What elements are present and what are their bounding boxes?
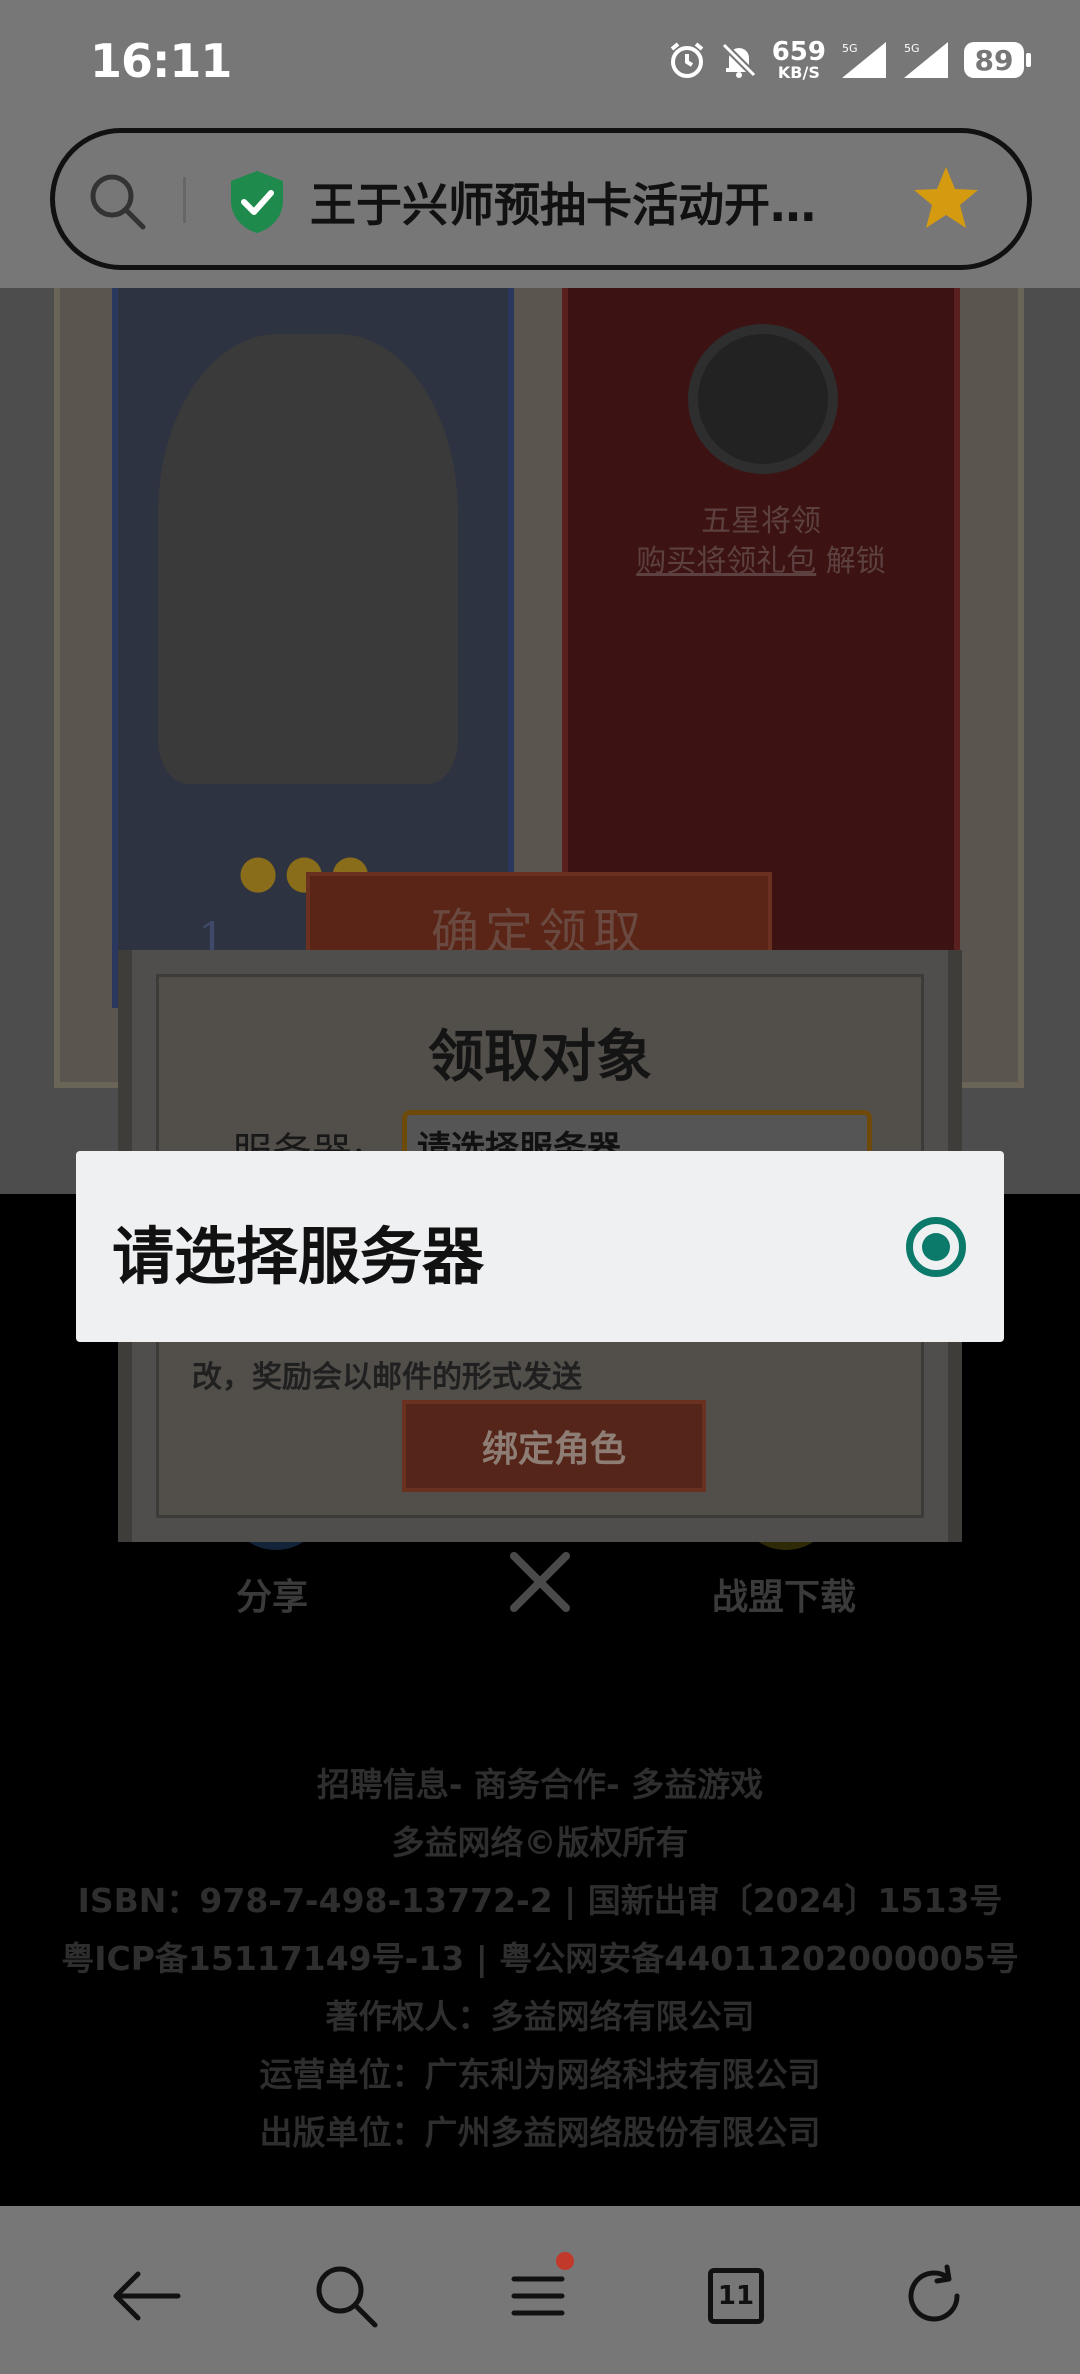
status-bar: 16:11 659 KB/S 5G 5G 89 [0,0,1080,120]
signal-icon: 5G [842,42,886,78]
net-speed: 659 KB/S [771,37,826,82]
share-label[interactable]: 分享 [236,1568,308,1620]
hero-portrait [158,334,458,784]
back-button[interactable] [106,2256,186,2336]
footer-copyright: 多益网络©版权所有 [391,1823,689,1862]
alarm-icon [670,42,703,78]
shield-check-icon [231,171,283,233]
star-icon[interactable] [911,163,981,233]
browser-toolbar: 王于兴师预抽卡活动开… [0,120,1080,288]
signal-icon-2: 5G [904,42,948,78]
address-divider [183,177,186,223]
server-select-popup: 请选择服务器 [76,1151,1004,1342]
locked-card-hint: 购买将领礼包 解锁 [568,536,954,580]
unlock-text: 解锁 [825,544,886,579]
refresh-button[interactable] [894,2256,974,2336]
status-time: 16:11 [90,34,232,88]
locked-card-title: 五星将领 [701,504,821,539]
svg-text:5G: 5G [842,42,858,55]
footer-isbn: ISBN：978-7-498-13772-2 | 国新出审〔2024〕1513号 [77,1881,1003,1920]
browser-nav-bar: 11 [0,2206,1080,2374]
tabs-button[interactable]: 11 [696,2256,776,2336]
search-button[interactable] [306,2256,386,2336]
menu-button[interactable] [498,2252,578,2336]
footer: 招聘信息- 商务合作- 多益游戏 多益网络©版权所有 ISBN：978-7-49… [0,1756,1080,2162]
footer-publisher: 出版单位：广州多益网络股份有限公司 [259,2113,821,2152]
footer-icp: 粤ICP备15117149号-13 | 粤公网安备44011202000005号 [61,1939,1019,1978]
bind-role-button[interactable]: 绑定角色 [402,1400,706,1492]
footer-copyright-holder: 著作权人：多益网络有限公司 [325,1997,755,2036]
dialog-title: 领取对象 [428,1024,652,1090]
radio-selected-icon[interactable] [906,1217,966,1277]
lock-emblem-icon [688,324,838,474]
footer-operator: 运营单位：广东利为网络科技有限公司 [259,2055,821,2094]
mute-bell-icon [721,42,757,78]
dialog-note: 改，奖励会以邮件的形式发送 [192,1360,582,1395]
close-icon[interactable] [506,1548,574,1616]
tabs-icon: 11 [708,2268,764,2324]
search-icon [316,2266,378,2328]
page-title[interactable]: 王于兴师预抽卡活动开… [310,169,870,235]
status-icons: 659 KB/S 5G 5G 89 [668,34,1031,86]
svg-text:5G: 5G [904,42,920,55]
notification-dot [556,2252,574,2270]
back-icon [113,2271,181,2321]
server-option-label[interactable]: 请选择服务器 [112,1206,484,1296]
download-label[interactable]: 战盟下载 [712,1568,856,1620]
battery-icon: 89 [964,42,1031,78]
address-bar[interactable]: 王于兴师预抽卡活动开… [50,128,1032,270]
buy-gift-pack-link[interactable]: 购买将领礼包 [636,544,816,579]
refresh-icon [908,2264,960,2322]
menu-icon [511,2276,565,2316]
footer-links[interactable]: 招聘信息- 商务合作- 多益游戏 [0,1756,1080,1814]
search-icon[interactable] [85,169,149,233]
